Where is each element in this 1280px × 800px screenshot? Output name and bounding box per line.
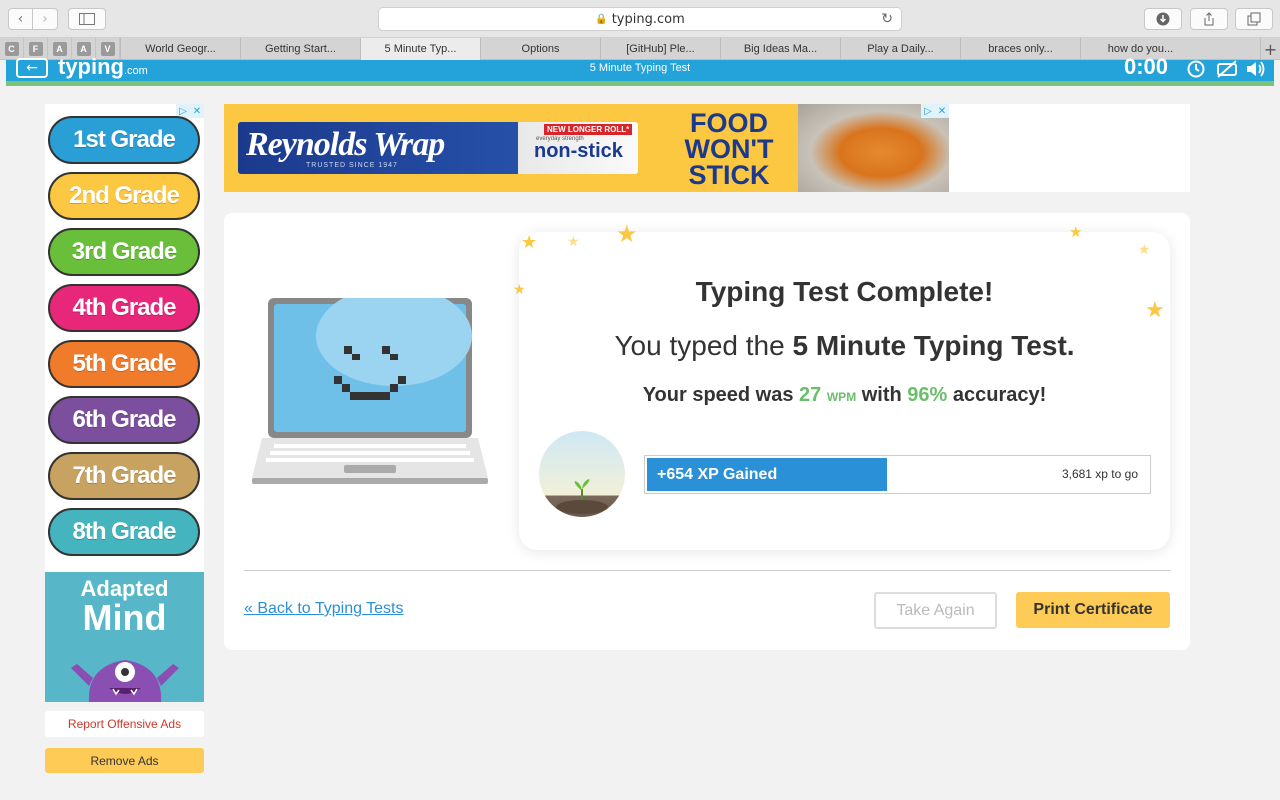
ad-headline: FOOD WON'T STICK <box>684 108 774 190</box>
browser-toolbar: ‹ › 🔒 typing.com ↻ <box>0 0 1280 38</box>
print-certificate-button[interactable]: Print Certificate <box>1016 592 1170 628</box>
adchoices-icon[interactable]: ▷ <box>921 104 935 118</box>
test-name: 5 Minute Typing Test. <box>792 330 1075 361</box>
pinned-tab-label: F <box>28 42 43 56</box>
browser-tab[interactable]: Options <box>480 38 600 60</box>
browser-tab[interactable]: Big Ideas Ma... <box>720 38 840 60</box>
result-title: Typing Test Complete! <box>695 276 994 307</box>
ad-grade-7[interactable]: 7th Grade <box>48 452 200 500</box>
star-icon: ★ <box>1138 242 1151 258</box>
take-again-button[interactable]: Take Again <box>874 592 997 629</box>
report-ads-button[interactable]: Report Offensive Ads <box>45 711 204 737</box>
close-icon[interactable]: ✕ <box>190 104 204 118</box>
result-speed: Your speed was 27 WPM with 96% accuracy! <box>519 384 1170 407</box>
speed-prefix: Your speed was <box>642 384 800 406</box>
ad-grade-3[interactable]: 3rd Grade <box>48 228 200 276</box>
url-text: typing.com <box>611 11 685 27</box>
wpm-unit: WPM <box>826 390 857 404</box>
keyboard-hidden-icon[interactable] <box>1216 59 1238 83</box>
remove-ads-button[interactable]: Remove Ads <box>45 748 204 773</box>
ad-brand-name: Reynolds Wrap <box>246 126 445 163</box>
volume-icon[interactable] <box>1244 59 1268 83</box>
speed-suffix: accuracy! <box>947 384 1047 406</box>
star-icon: ★ <box>616 220 638 248</box>
ad-product: non-stick <box>534 140 623 162</box>
left-ad[interactable]: ▷ ✕ 1st Grade 2nd Grade 3rd Grade 4th Gra… <box>45 104 204 702</box>
pinned-tab[interactable]: F <box>24 38 48 60</box>
browser-tab[interactable]: braces only... <box>960 38 1080 60</box>
xp-progress-bar: +654 XP Gained 3,681 xp to go <box>644 455 1151 494</box>
download-icon[interactable] <box>1144 8 1182 30</box>
ad-tagline: TRUSTED SINCE 1947 <box>306 162 398 169</box>
back-to-tests-link[interactable]: « Back to Typing Tests <box>244 600 404 618</box>
sprout-icon <box>556 479 608 514</box>
avatar <box>539 431 625 517</box>
speed-mid: with <box>856 384 908 406</box>
star-icon: ★ <box>1069 223 1083 241</box>
result-subtitle: You typed the 5 Minute Typing Test. <box>519 330 1170 362</box>
smiling-laptop-icon <box>252 298 488 484</box>
accuracy-value: 96% <box>907 384 948 406</box>
ad-badge: NEW LONGER ROLL* <box>544 124 633 135</box>
new-tab-icon[interactable]: + <box>1260 38 1280 60</box>
star-icon: ★ <box>521 232 538 253</box>
star-icon: ★ <box>567 234 580 250</box>
ad-grade-8[interactable]: 8th Grade <box>48 508 200 556</box>
forward-icon[interactable]: › <box>33 8 58 30</box>
browser-tab[interactable]: Getting Start... <box>240 38 360 60</box>
divider <box>244 570 1170 571</box>
lock-icon: 🔒 <box>595 13 608 25</box>
xp-to-go: 3,681 xp to go <box>1061 467 1138 481</box>
banner-ad-container: Reynolds Wrap TRUSTED SINCE 1947 NEW LON… <box>224 104 1190 192</box>
sub-prefix: You typed the <box>614 330 793 361</box>
sidebar-toggle-icon[interactable] <box>68 8 106 30</box>
ad-grade-1[interactable]: 1st Grade <box>48 116 200 164</box>
tab-bar: C F A A V World Geogr... Getting Start..… <box>0 38 1280 60</box>
browser-tab-active[interactable]: 5 Minute Typ... <box>360 38 480 60</box>
ad-brand: Adapted Mind <box>45 578 204 636</box>
history-icon[interactable] <box>1186 59 1206 83</box>
nav-buttons: ‹ › <box>8 8 58 30</box>
pinned-tab-label: C <box>4 42 19 56</box>
tabs-overview-icon[interactable] <box>1235 8 1273 30</box>
ad-grade-6[interactable]: 6th Grade <box>48 396 200 444</box>
ad-grade-2[interactable]: 2nd Grade <box>48 172 200 220</box>
xp-fill: +654 XP Gained <box>647 458 887 491</box>
banner-ad[interactable]: Reynolds Wrap TRUSTED SINCE 1947 NEW LON… <box>224 104 949 192</box>
browser-tab[interactable]: Play a Daily... <box>840 38 960 60</box>
page-title: 5 Minute Typing Test <box>589 62 691 74</box>
ad-grade-4[interactable]: 4th Grade <box>48 284 200 332</box>
bubble-tail <box>494 380 520 408</box>
pinned-tab[interactable]: C <box>0 38 24 60</box>
browser-tab[interactable]: [GitHub] Ple... <box>600 38 720 60</box>
ad-brand-line2: Mind <box>82 597 167 638</box>
back-icon[interactable]: ‹ <box>8 8 33 30</box>
ad-grade-5[interactable]: 5th Grade <box>48 340 200 388</box>
site-header: ← typing.com 5 Minute Typing Test 0:00 <box>6 54 1274 86</box>
banner-ad-choices[interactable]: ▷ ✕ <box>921 104 949 118</box>
close-icon[interactable]: ✕ <box>935 104 949 118</box>
timer: 0:00 <box>1124 54 1169 79</box>
reload-icon[interactable]: ↻ <box>881 11 893 27</box>
adapted-mind-ad[interactable]: Adapted Mind <box>45 572 204 702</box>
wpm-value: 27 <box>799 384 822 406</box>
share-icon[interactable] <box>1190 8 1228 30</box>
address-bar[interactable]: 🔒 typing.com ↻ <box>378 7 902 31</box>
monster-mascot-icon <box>71 660 179 702</box>
